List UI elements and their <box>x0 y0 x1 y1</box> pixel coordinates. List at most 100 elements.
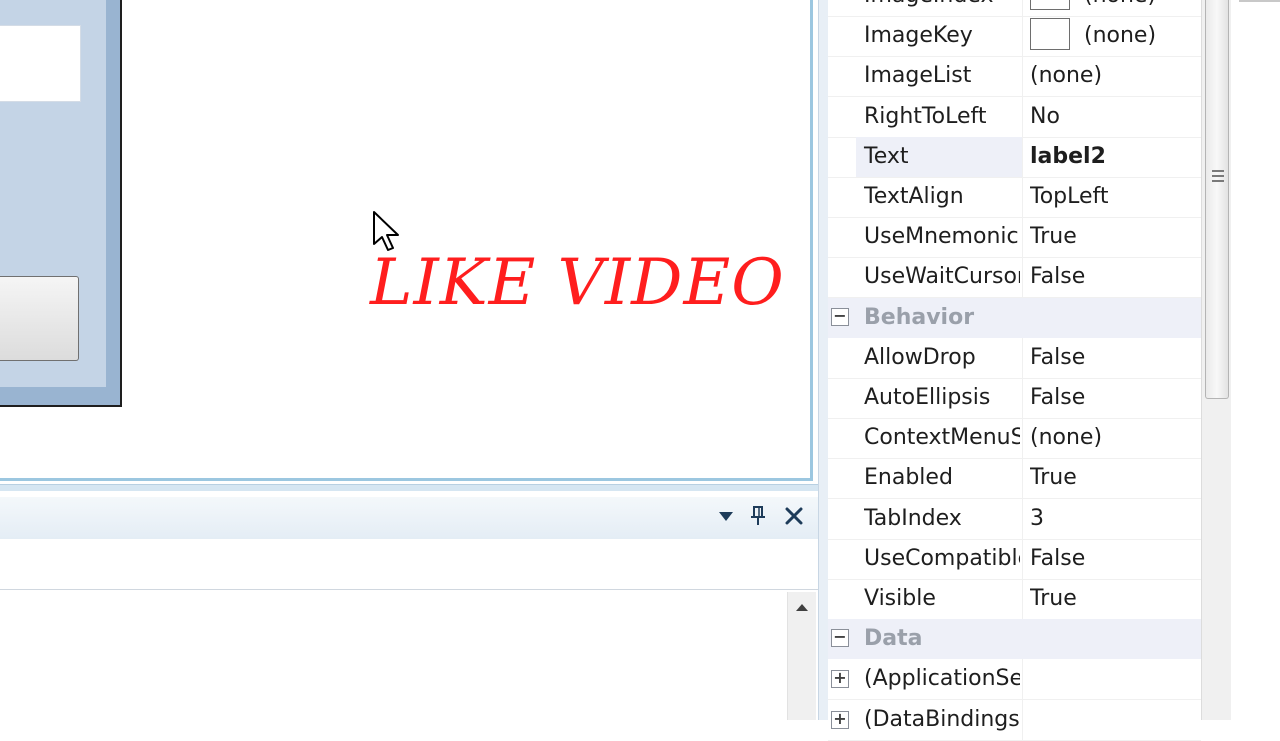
tool-window-scrollbar[interactable] <box>787 592 816 720</box>
property-row[interactable]: ImageList (none) <box>828 56 1201 98</box>
property-row[interactable]: ImageKey (none) <box>828 16 1201 58</box>
tool-window-content[interactable] <box>0 590 790 720</box>
property-value[interactable]: (none) <box>1030 56 1201 96</box>
property-name: ContextMenuS <box>864 425 1020 451</box>
form-designer-surface[interactable]: LIKE VIDEO <box>0 0 813 481</box>
property-value[interactable]: (none) <box>1030 16 1201 56</box>
property-value-text: False <box>1030 545 1086 571</box>
property-value-text: TopLeft <box>1030 184 1109 209</box>
close-icon[interactable] <box>781 503 807 529</box>
property-value[interactable]: (none) <box>1030 0 1201 16</box>
tool-window-header <box>0 497 818 540</box>
property-row[interactable]: Enabled True <box>828 458 1201 500</box>
column-divider <box>1022 257 1023 298</box>
property-value-text: (none) <box>1084 0 1156 8</box>
pin-icon[interactable] <box>745 503 771 529</box>
category-data[interactable]: − Data <box>828 619 1201 660</box>
property-name: UseCompatible <box>864 545 1020 571</box>
properties-grid[interactable]: ImageIndex (none) ImageKey (none) ImageList (… <box>828 0 1201 741</box>
property-row[interactable]: UseWaitCursor False <box>828 257 1201 299</box>
properties-scroll-thumb[interactable] <box>1205 0 1229 399</box>
property-value[interactable]: label2 <box>1030 137 1201 177</box>
property-value[interactable]: No <box>1030 97 1201 137</box>
property-name: (ApplicationSe <box>864 666 1020 692</box>
property-name: AllowDrop <box>864 344 976 370</box>
property-row[interactable]: AllowDrop False <box>828 337 1201 379</box>
property-value[interactable]: False <box>1030 539 1201 579</box>
property-value-text: label2 <box>1030 143 1106 169</box>
form-textbox-control[interactable] <box>0 25 81 102</box>
property-value[interactable]: True <box>1030 458 1201 498</box>
property-name: RightToLeft <box>864 103 987 129</box>
property-value-text: No <box>1030 103 1060 129</box>
property-name: Visible <box>864 586 936 611</box>
property-name: UseMnemonic <box>864 224 1019 250</box>
column-divider <box>1022 96 1023 137</box>
property-row[interactable]: UseCompatible False <box>828 538 1201 580</box>
property-value-text: (none) <box>1030 425 1103 451</box>
column-divider <box>1022 56 1023 97</box>
collapse-icon[interactable]: − <box>831 307 849 326</box>
property-value[interactable]: True <box>1030 217 1201 257</box>
property-row[interactable]: ImageIndex (none) <box>828 0 1201 17</box>
property-row[interactable]: ContextMenuS (none) <box>828 418 1201 460</box>
property-name: TextAlign <box>864 184 964 209</box>
property-name: UseWaitCursor <box>864 264 1020 290</box>
form-preview[interactable] <box>0 0 122 407</box>
collapse-icon[interactable]: − <box>831 629 849 648</box>
property-value-text: False <box>1030 385 1086 410</box>
property-name: ImageKey <box>864 23 973 49</box>
property-row[interactable]: TabIndex 3 <box>828 498 1201 540</box>
property-value[interactable]: False <box>1030 378 1201 418</box>
property-row[interactable]: AutoEllipsis False <box>828 378 1201 419</box>
right-panel-edge <box>1231 0 1280 720</box>
property-name: Enabled <box>864 465 953 491</box>
column-divider <box>1022 538 1023 579</box>
property-value-text: False <box>1030 264 1086 290</box>
property-value[interactable]: 3 <box>1030 499 1201 539</box>
scroll-up-icon[interactable] <box>795 602 809 612</box>
category-label: Data <box>864 626 923 652</box>
expand-icon[interactable]: + <box>831 670 849 689</box>
form-button-control[interactable] <box>0 276 79 361</box>
tool-window-toolbar <box>0 539 818 590</box>
column-divider <box>1022 136 1023 177</box>
property-name: Text <box>856 136 1022 177</box>
column-divider <box>1022 418 1023 459</box>
column-divider <box>1022 16 1023 57</box>
property-row[interactable]: + (DataBindings) <box>828 699 1201 741</box>
property-value[interactable]: True <box>1030 579 1201 619</box>
dropdown-arrow-icon[interactable] <box>713 503 739 529</box>
column-divider <box>1022 458 1023 499</box>
column-divider <box>1022 177 1023 217</box>
column-divider <box>1022 217 1023 258</box>
properties-scrollbar[interactable] <box>1201 0 1231 720</box>
property-value[interactable]: TopLeft <box>1030 177 1201 217</box>
property-value-text: True <box>1030 586 1077 611</box>
column-divider <box>1022 498 1023 539</box>
label2-control[interactable]: LIKE VIDEO <box>370 246 785 320</box>
column-divider <box>1022 378 1023 418</box>
property-row[interactable]: Text label2 <box>828 136 1201 178</box>
form-client-area[interactable] <box>0 0 106 387</box>
property-value[interactable] <box>1030 659 1201 699</box>
property-value-text: True <box>1030 224 1077 250</box>
property-row[interactable]: RightToLeft No <box>828 96 1201 138</box>
property-row[interactable]: UseMnemonic True <box>828 217 1201 259</box>
property-value[interactable]: False <box>1030 257 1201 297</box>
property-value[interactable]: False <box>1030 338 1201 378</box>
grip-icon <box>1212 170 1224 184</box>
property-name: ImageList <box>864 63 972 89</box>
image-swatch <box>1030 18 1070 51</box>
property-row[interactable]: TextAlign TopLeft <box>828 177 1201 218</box>
property-value-text: False <box>1030 344 1086 370</box>
column-divider <box>1022 579 1023 619</box>
column-divider <box>1022 337 1023 378</box>
category-label: Behavior <box>864 304 975 330</box>
column-divider <box>1022 659 1023 700</box>
property-row[interactable]: + (ApplicationSe <box>828 659 1201 701</box>
mouse-pointer-icon <box>373 211 399 251</box>
category-behavior[interactable]: − Behavior <box>828 297 1201 338</box>
property-row[interactable]: Visible True <box>828 579 1201 620</box>
property-value[interactable]: (none) <box>1030 418 1201 458</box>
